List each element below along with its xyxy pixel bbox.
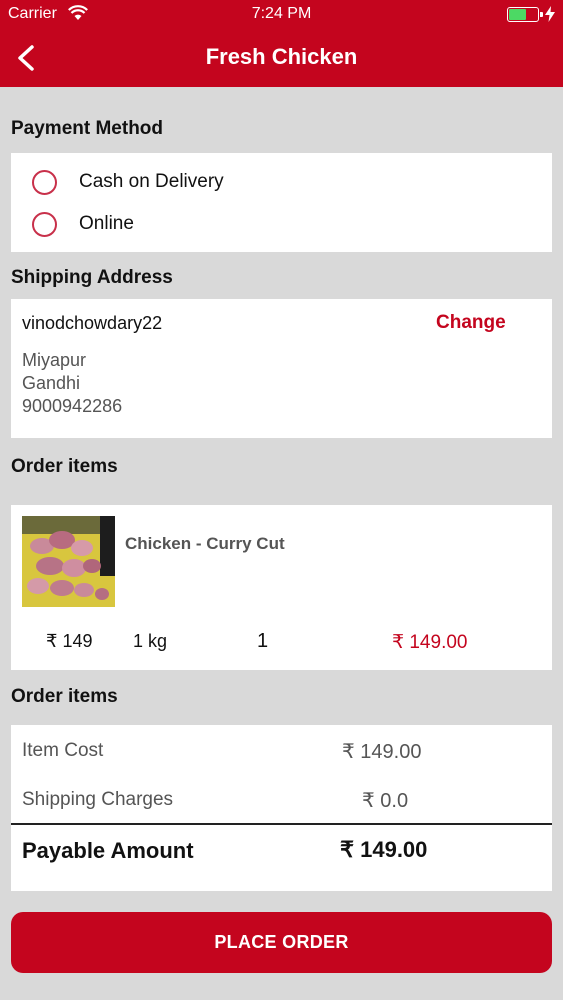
summary-divider: [11, 823, 552, 825]
item-quantity: 1: [257, 630, 269, 652]
order-items-heading: Order items: [11, 456, 118, 477]
order-summary-card: Item Cost ₹ 149.00 Shipping Charges ₹ 0.…: [11, 725, 552, 891]
radio-button-online[interactable]: [32, 211, 57, 237]
address-name: vinodchowdary22: [22, 313, 163, 333]
payment-method-card: Cash on Delivery Online: [11, 153, 552, 252]
page-title: Fresh Chicken: [205, 44, 358, 69]
item-total: ₹ 149.00: [392, 632, 468, 653]
shipping-charges-label: Shipping Charges: [22, 789, 174, 810]
nav-bar: Fresh Chicken: [0, 30, 563, 87]
payable-amount-label: Payable Amount: [22, 838, 194, 863]
item-cost-label: Item Cost: [22, 740, 104, 761]
item-cost-value: ₹ 149.00: [342, 741, 422, 763]
address-phone: 9000942286: [22, 396, 123, 416]
address-line: Miyapur: [22, 350, 87, 370]
shipping-charges-value: ₹ 0.0: [362, 790, 409, 812]
clock: 7:24 PM: [251, 5, 312, 22]
battery-icon: [507, 7, 543, 22]
payable-amount-value: ₹ 149.00: [340, 837, 428, 862]
payment-option-online[interactable]: Online: [32, 209, 134, 239]
payment-method-heading: Payment Method: [11, 118, 164, 139]
product-name: Chicken - Curry Cut: [125, 534, 285, 553]
payment-option-label: Cash on Delivery: [79, 171, 224, 192]
radio-button-cod[interactable]: [32, 169, 57, 195]
shipping-address-card: vinodchowdary22 Change Miyapur Gandhi 90…: [11, 299, 552, 438]
item-price: ₹ 149: [46, 631, 93, 651]
place-order-button[interactable]: PLACE ORDER: [11, 912, 552, 973]
shipping-address-heading: Shipping Address: [11, 267, 173, 288]
status-bar: Carrier 7:24 PM: [0, 0, 563, 30]
payment-option-cod[interactable]: Cash on Delivery: [32, 167, 224, 197]
change-address-button[interactable]: Change: [436, 312, 506, 334]
item-weight: 1 kg: [133, 631, 168, 651]
payment-option-label: Online: [79, 213, 134, 234]
charging-bolt-icon: [545, 6, 555, 22]
address-line: Gandhi: [22, 373, 81, 393]
summary-heading: Order items: [11, 686, 118, 707]
order-item-card: Chicken - Curry Cut ₹ 149 1 kg 1 ₹ 149.0…: [11, 505, 552, 670]
product-image: [22, 516, 115, 607]
